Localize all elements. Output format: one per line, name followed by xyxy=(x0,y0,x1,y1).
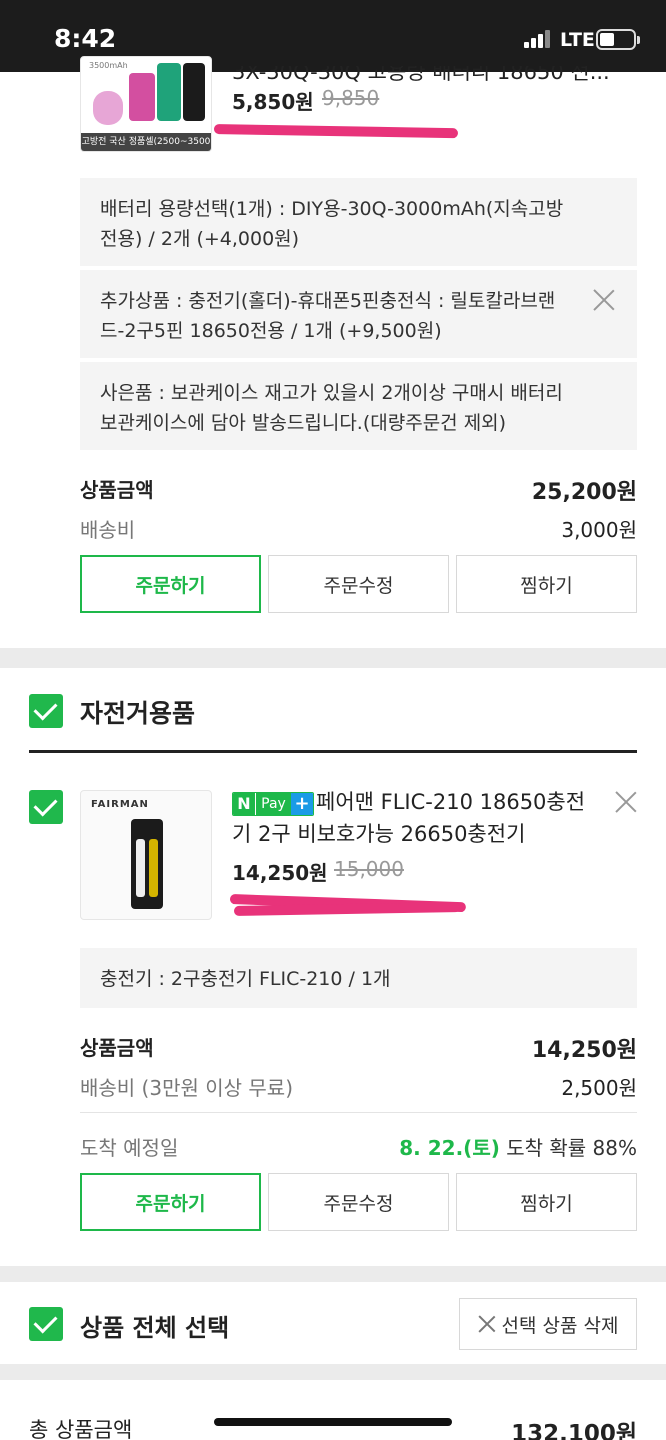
arrival-estimate: 8. 22.(토) 도착 확률 88% xyxy=(399,1132,637,1161)
wishlist-button[interactable]: 찜하기 xyxy=(456,1173,637,1231)
battery-cell-image xyxy=(183,63,205,121)
select-all-label[interactable]: 상품 전체 선택 xyxy=(80,1308,229,1343)
home-indicator[interactable] xyxy=(214,1418,452,1426)
charger-image xyxy=(131,819,163,909)
shipping-label: 배송비 (3만원 이상 무료) xyxy=(80,1076,294,1100)
arrival-probability: 도착 확률 88% xyxy=(499,1136,637,1160)
redaction-mark xyxy=(213,124,459,139)
battery-icon xyxy=(596,29,640,50)
product-price: 14,250원 xyxy=(232,861,328,885)
product-original-price: 9,850 xyxy=(322,86,380,110)
select-all-checkbox[interactable] xyxy=(29,1307,63,1341)
image-caption: 고방전 국산 정품셀(2500~3500용량) xyxy=(81,133,211,151)
row-divider xyxy=(80,1112,637,1113)
battery-cell-image xyxy=(129,73,155,121)
total-label: 총 상품금액 xyxy=(29,1418,133,1440)
section-underline xyxy=(29,750,637,753)
edit-order-button[interactable]: 주문수정 xyxy=(268,1173,449,1231)
edit-order-button[interactable]: 주문수정 xyxy=(268,555,449,613)
product-title[interactable]: 페어맨 FLIC-210 18650충전기 2구 비보호가능 26650충전기 xyxy=(232,786,602,850)
product-price: 5,850원 xyxy=(232,90,314,114)
amount-value: 25,200원 xyxy=(531,480,637,505)
amount-value: 14,250원 xyxy=(531,1038,637,1063)
close-icon xyxy=(478,1315,496,1333)
wishlist-button[interactable]: 찜하기 xyxy=(456,555,637,613)
product-thumbnail[interactable]: FAIRMAN xyxy=(80,790,212,920)
total-value: 132,100원 xyxy=(511,1421,637,1440)
option-box: 사은품 : 보관케이스 재고가 있을시 2개이상 구매시 배터리보관케이스에 담… xyxy=(80,362,637,450)
section-divider xyxy=(0,1266,666,1282)
product-original-price: 15,000 xyxy=(334,857,404,881)
option-box: 배터리 용량선택(1개) : DIY용-30Q-3000mAh(지속고방전용) … xyxy=(80,178,637,266)
amount-label: 상품금액 xyxy=(80,1036,154,1060)
option-box: 충전기 : 2구충전기 FLIC-210 / 1개 xyxy=(80,948,637,1008)
battery-cell-image xyxy=(157,63,181,121)
order-button[interactable]: 주문하기 xyxy=(80,1173,261,1231)
section-checkbox[interactable] xyxy=(29,694,63,728)
section-divider xyxy=(0,1364,666,1380)
network-label: LTE xyxy=(560,29,595,51)
item-checkbox[interactable] xyxy=(29,790,63,824)
delete-selected-button[interactable]: 선택 상품 삭제 xyxy=(459,1298,637,1350)
battery-cell-image xyxy=(93,91,123,125)
brand-logo: FAIRMAN xyxy=(91,799,149,810)
option-box: 추가상품 : 충전기(홀더)-휴대폰5핀충전식 : 릴토칼라브랜드-2구5핀 1… xyxy=(80,270,637,358)
amount-label: 상품금액 xyxy=(80,478,154,502)
close-icon[interactable] xyxy=(614,790,638,814)
shipping-value: 3,000원 xyxy=(561,518,637,542)
signal-icon xyxy=(524,30,554,48)
close-icon[interactable] xyxy=(592,288,616,312)
arrival-date: 8. 22.(토) xyxy=(399,1136,500,1160)
section-title: 자전거용품 xyxy=(80,699,196,728)
arrival-label: 도착 예정일 xyxy=(80,1136,179,1160)
clock: 8:42 xyxy=(54,24,117,53)
shipping-value: 2,500원 xyxy=(561,1076,637,1100)
section-divider xyxy=(0,648,666,668)
order-button[interactable]: 주문하기 xyxy=(80,555,261,613)
product-thumbnail[interactable]: 3500mAh 고방전 국산 정품셀(2500~3500용량) xyxy=(80,56,212,152)
shipping-label: 배송비 xyxy=(80,518,136,542)
